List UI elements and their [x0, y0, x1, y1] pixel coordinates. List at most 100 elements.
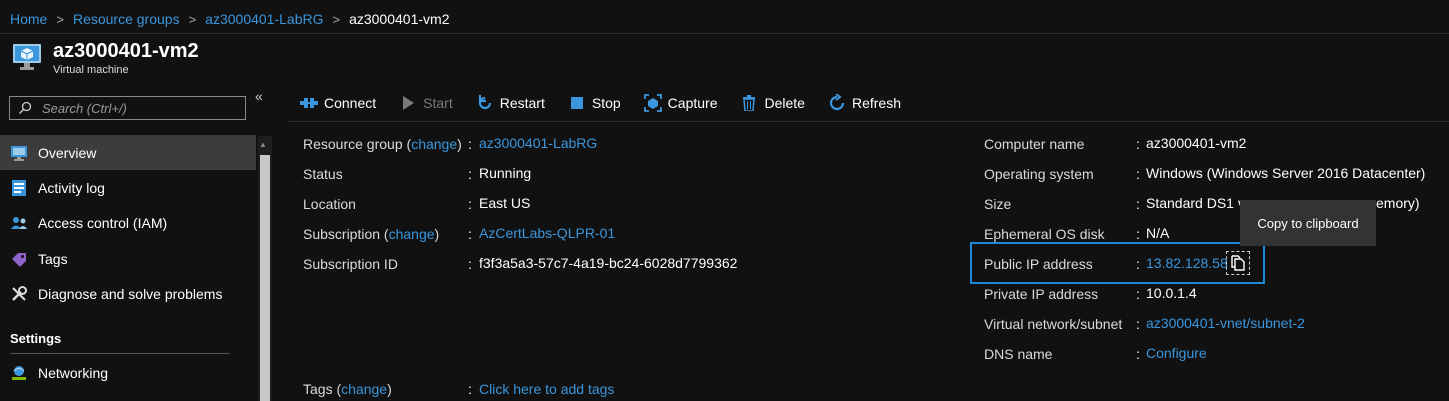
restart-label: Restart: [499, 95, 545, 111]
size-label: Size: [984, 196, 1012, 212]
add-tags-link[interactable]: Click here to add tags: [479, 381, 614, 397]
search-box[interactable]: [9, 96, 246, 120]
sidebar-item-diagnose[interactable]: Diagnose and solve problems: [0, 276, 256, 311]
os-label: Operating system: [984, 166, 1094, 182]
copy-icon: [1231, 255, 1245, 271]
colon: :: [1136, 166, 1140, 182]
size-value-tail: emory): [1376, 195, 1420, 211]
trash-icon: [740, 94, 758, 112]
sidebar-item-label: Diagnose and solve problems: [38, 285, 223, 302]
dns-name-label: DNS name: [984, 346, 1053, 362]
colon: :: [1136, 196, 1140, 212]
vnet-subnet-value[interactable]: az3000401-vnet/subnet-2: [1146, 315, 1305, 331]
dns-configure-link[interactable]: Configure: [1146, 345, 1207, 361]
resource-group-value[interactable]: az3000401-LabRG: [479, 135, 597, 151]
chevron-right-icon: >: [188, 11, 197, 27]
copy-to-clipboard-button[interactable]: [1226, 251, 1250, 275]
size-value: Standard DS1 v: [1146, 195, 1245, 211]
sidebar-item-label: Activity log: [38, 179, 105, 196]
refresh-icon: [828, 94, 846, 112]
colon: :: [1136, 136, 1140, 152]
refresh-label: Refresh: [851, 95, 901, 111]
location-value: East US: [479, 195, 531, 211]
breadcrumb-current: az3000401-vm2: [349, 11, 450, 27]
computer-name-value: az3000401-vm2: [1146, 135, 1247, 151]
breadcrumb: Home > Resource groups > az3000401-LabRG…: [10, 10, 449, 28]
scroll-up-icon[interactable]: ▲: [259, 140, 267, 149]
capture-button[interactable]: Capture: [643, 94, 717, 112]
colon: :: [468, 256, 472, 272]
change-tags-link[interactable]: change: [341, 381, 387, 397]
search-input[interactable]: [40, 99, 234, 117]
divider: [10, 353, 230, 354]
subscription-value[interactable]: AzCertLabs-QLPR-01: [479, 225, 615, 241]
sidebar-item-label: Tags: [38, 250, 68, 267]
location-label: Location: [303, 196, 356, 212]
subscription-label: Subscription (change): [303, 226, 440, 242]
ephemeral-disk-label: Ephemeral OS disk: [984, 226, 1105, 242]
public-ip-value[interactable]: 13.82.128.58: [1146, 255, 1228, 271]
connect-label: Connect: [324, 95, 377, 111]
colon: :: [468, 166, 472, 182]
page-subtitle: Virtual machine: [53, 64, 129, 76]
chevron-right-icon: >: [332, 11, 341, 27]
wrench-icon: [10, 285, 28, 303]
delete-label: Delete: [764, 95, 805, 111]
sidebar-item-label: Networking: [38, 364, 109, 381]
os-value: Windows (Windows Server 2016 Datacenter): [1146, 165, 1426, 181]
virtual-machine-icon: [13, 44, 41, 70]
colon: :: [1136, 226, 1140, 242]
overview-icon: [10, 144, 28, 162]
sidebar-item-label: Access control (IAM): [38, 214, 168, 231]
delete-button[interactable]: Delete: [740, 94, 805, 112]
search-icon: [19, 101, 32, 114]
change-subscription-link[interactable]: change: [389, 226, 435, 242]
sidebar-item-overview[interactable]: Overview: [0, 135, 256, 170]
restart-button[interactable]: Restart: [476, 94, 545, 112]
colon: :: [468, 196, 472, 212]
start-label: Start: [423, 95, 453, 111]
copy-tooltip: Copy to clipboard: [1240, 200, 1376, 246]
colon: :: [1136, 346, 1140, 362]
start-button[interactable]: Start: [399, 94, 453, 112]
sidebar-item-networking[interactable]: Networking: [0, 355, 256, 390]
sidebar-item-access-control[interactable]: Access control (IAM): [0, 205, 256, 240]
sidebar-item-label: Overview: [38, 144, 97, 161]
connect-button[interactable]: Connect: [300, 94, 376, 112]
tag-icon: [10, 250, 28, 268]
colon: :: [468, 136, 472, 152]
subscription-id-value: f3f3a5a3-57c7-4a19-bc24-6028d7799362: [479, 255, 738, 271]
computer-name-label: Computer name: [984, 136, 1085, 152]
sidebar-item-activity-log[interactable]: Activity log: [0, 170, 256, 205]
scrollbar-thumb[interactable]: [260, 155, 270, 401]
change-resource-group-link[interactable]: change: [411, 136, 457, 152]
breadcrumb-resource-group[interactable]: az3000401-LabRG: [205, 11, 323, 27]
page-title: az3000401-vm2: [53, 40, 199, 62]
stop-label: Stop: [591, 95, 621, 111]
networking-icon: [10, 364, 28, 382]
sidebar-item-tags[interactable]: Tags: [0, 241, 256, 276]
resource-group-label: Resource group (change): [303, 136, 462, 152]
vnet-subnet-label: Virtual network/subnet: [984, 316, 1123, 332]
capture-icon: [643, 94, 662, 112]
collapse-sidebar-button[interactable]: «: [255, 88, 263, 104]
stop-button[interactable]: Stop: [568, 94, 621, 112]
breadcrumb-resource-groups[interactable]: Resource groups: [73, 11, 180, 27]
restart-icon: [476, 94, 494, 112]
status-value: Running: [479, 165, 532, 181]
play-icon: [399, 94, 417, 112]
command-bar: Connect Start Restart Stop Capture Delet…: [300, 92, 924, 114]
private-ip-label: Private IP address: [984, 286, 1099, 302]
connect-icon: [300, 94, 318, 112]
colon: :: [468, 381, 472, 397]
settings-section-label: Settings: [10, 331, 62, 346]
tags-label: Tags (change): [303, 381, 392, 397]
access-control-icon: [10, 214, 28, 232]
colon: :: [1136, 256, 1140, 272]
refresh-button[interactable]: Refresh: [828, 94, 901, 112]
subscription-id-label: Subscription ID: [303, 256, 398, 272]
breadcrumb-home[interactable]: Home: [10, 11, 47, 27]
colon: :: [468, 226, 472, 242]
stop-icon: [568, 94, 586, 112]
chevron-right-icon: >: [56, 11, 64, 27]
